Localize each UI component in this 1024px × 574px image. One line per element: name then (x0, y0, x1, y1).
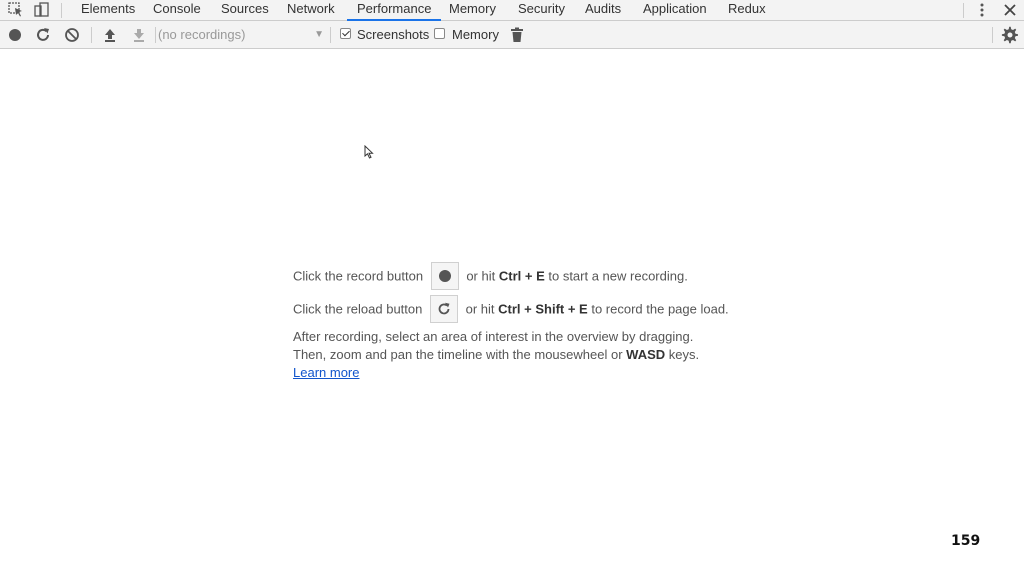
recordings-select[interactable]: (no recordings) ▼ (158, 25, 326, 45)
download-icon[interactable] (130, 26, 148, 44)
inspect-element-icon[interactable] (8, 2, 24, 18)
record-button[interactable] (430, 262, 459, 290)
reload-icon (438, 302, 450, 315)
record-icon[interactable] (6, 26, 24, 44)
clear-icon[interactable] (63, 26, 81, 44)
record-instruction-or: or hit (466, 268, 496, 284)
mouse-cursor-icon (364, 145, 374, 159)
tab-security[interactable]: Security (518, 0, 565, 20)
reload-instruction-suffix: to record the page load. (591, 301, 729, 317)
screenshots-label[interactable]: Screenshots (357, 27, 429, 43)
timeline-instruction: Then, zoom and pan the timeline with the… (293, 346, 699, 364)
tab-audits[interactable]: Audits (585, 0, 621, 20)
record-instruction: Click the record button or hit Ctrl + E … (293, 262, 688, 291)
trash-icon[interactable] (508, 26, 526, 44)
wasd-keys: WASD (626, 347, 666, 362)
tab-redux[interactable]: Redux (728, 0, 766, 20)
reload-instruction-text: Click the reload button (293, 301, 423, 317)
divider (330, 27, 331, 43)
reload-button[interactable] (429, 295, 458, 323)
timeline-instruction-text: Then, zoom and pan the timeline with the… (293, 347, 623, 362)
record-instruction-text: Click the record button (293, 268, 424, 284)
reload-shortcut: Ctrl + Shift + E (498, 301, 588, 317)
divider (155, 27, 156, 43)
tab-console[interactable]: Console (153, 0, 201, 20)
tab-application[interactable]: Application (643, 0, 707, 20)
close-icon[interactable] (1002, 2, 1018, 18)
timeline-instruction-suffix: keys. (668, 347, 700, 362)
divider (992, 27, 993, 43)
upload-icon[interactable] (101, 26, 119, 44)
page-number: 159 (951, 533, 981, 549)
device-toolbar-icon[interactable] (34, 2, 50, 18)
reload-instruction: Click the reload button or hit Ctrl + Sh… (293, 295, 729, 324)
divider (61, 3, 62, 18)
divider (963, 3, 964, 18)
overview-instruction: After recording, select an area of inter… (293, 329, 694, 344)
learn-more-link[interactable]: Learn more (293, 365, 359, 380)
divider (91, 27, 92, 43)
learn-more-line: Learn more (293, 364, 359, 382)
recordings-select-value: (no recordings) (158, 27, 246, 42)
memory-checkbox[interactable] (434, 28, 445, 39)
tab-memory[interactable]: Memory (449, 0, 496, 20)
record-shortcut: Ctrl + E (498, 268, 545, 284)
devtools-tab-bar: Elements Console Sources Network Perform… (0, 0, 1024, 21)
tab-performance[interactable]: Performance (346, 0, 442, 21)
chevron-down-icon: ▼ (314, 29, 324, 40)
more-options-icon[interactable] (974, 2, 990, 18)
reload-instruction-or: or hit (465, 301, 495, 317)
reload-icon[interactable] (34, 26, 52, 44)
performance-toolbar: (no recordings) ▼ Screenshots Memory (0, 21, 1024, 49)
tab-elements[interactable]: Elements (81, 0, 135, 20)
record-instruction-suffix: to start a new recording. (548, 268, 688, 284)
screenshots-checkbox[interactable] (340, 28, 351, 39)
tab-sources[interactable]: Sources (221, 0, 269, 20)
memory-label[interactable]: Memory (452, 27, 499, 43)
tab-network[interactable]: Network (287, 0, 335, 20)
gear-icon[interactable] (1001, 26, 1019, 44)
record-icon (438, 270, 451, 282)
